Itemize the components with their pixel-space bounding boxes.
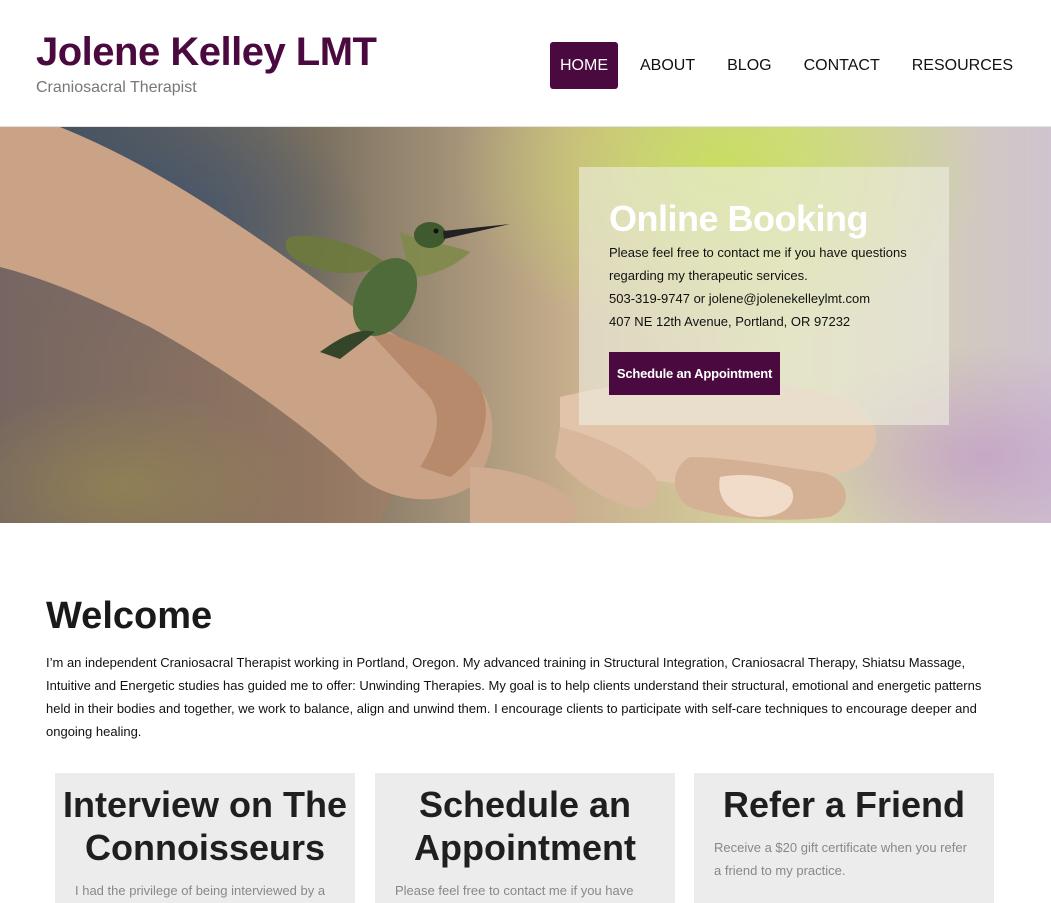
site-title[interactable]: Jolene Kelley LMT — [36, 28, 377, 76]
card-title[interactable]: Interview on The Connoisseurs — [55, 783, 355, 869]
hero-banner: Online Booking Please feel free to conta… — [0, 127, 1051, 523]
card-refer[interactable]: Refer a Friend Receive a $20 gift certif… — [694, 773, 994, 903]
booking-intro: Please feel free to contact me if you ha… — [609, 245, 907, 260]
site-tagline: Craniosacral Therapist — [36, 79, 197, 96]
booking-intro-continued: regarding my therapeutic services. — [609, 268, 808, 283]
nav-contact[interactable]: CONTACT — [794, 42, 890, 89]
card-text: Receive a $20 gift certificate when you … — [714, 840, 967, 878]
site-header: Jolene Kelley LMT Craniosacral Therapist… — [0, 0, 1051, 127]
card-text: Please feel free to contact me if you ha… — [395, 883, 634, 898]
welcome-body: I’m an independent Craniosacral Therapis… — [46, 655, 982, 739]
card-text: I had the privilege of being interviewed… — [75, 883, 326, 898]
booking-address: 407 NE 12th Avenue, Portland, OR 97232 — [609, 314, 851, 329]
nav-about[interactable]: ABOUT — [630, 42, 705, 89]
online-booking-panel: Online Booking Please feel free to conta… — [579, 167, 949, 425]
booking-details: Please feel free to contact me if you ha… — [609, 241, 929, 333]
nav-blog[interactable]: BLOG — [717, 42, 781, 89]
main-nav: HOME ABOUT BLOG CONTACT RESOURCES — [550, 42, 1023, 89]
booking-contact[interactable]: 503-319-9747 or jolene@jolenekelleylmt.c… — [609, 287, 929, 310]
card-title[interactable]: Refer a Friend — [694, 783, 994, 826]
welcome-heading: Welcome — [46, 595, 213, 637]
nav-resources[interactable]: RESOURCES — [902, 42, 1023, 89]
card-title[interactable]: Schedule an Appointment — [375, 783, 675, 869]
card-interview[interactable]: Interview on The Connoisseurs I had the … — [55, 773, 355, 903]
card-schedule[interactable]: Schedule an Appointment Please feel free… — [375, 773, 675, 903]
nav-home[interactable]: HOME — [550, 42, 618, 89]
schedule-appointment-button[interactable]: Schedule an Appointment — [609, 352, 780, 395]
booking-title: Online Booking — [609, 198, 869, 239]
